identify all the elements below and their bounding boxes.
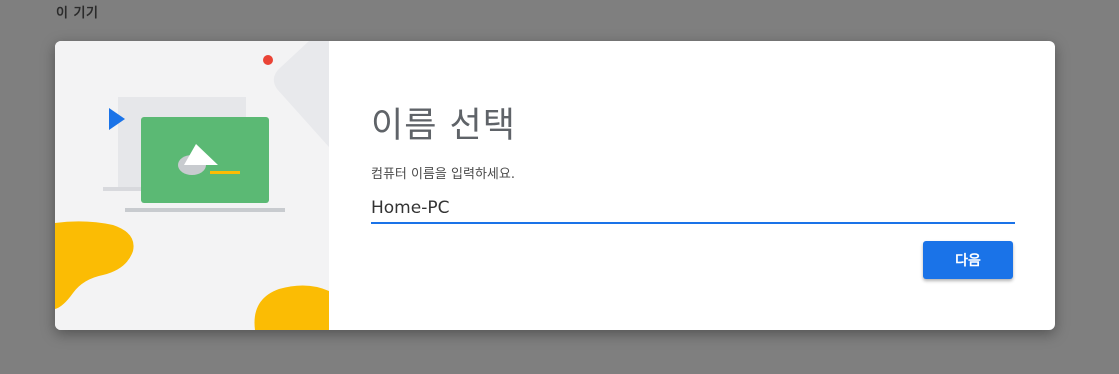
dialog-subtitle: 컴퓨터 이름을 입력하세요.	[371, 167, 515, 182]
next-button[interactable]: 다음	[923, 241, 1013, 279]
page-label: 이 기기	[56, 6, 99, 21]
illustration-panel	[55, 41, 329, 330]
computer-name-field	[371, 196, 1015, 224]
choose-name-dialog: 이름 선택 컴퓨터 이름을 입력하세요. 다음	[55, 41, 1055, 330]
dialog-title: 이름 선택	[371, 106, 516, 146]
laptop-illustration	[55, 41, 329, 330]
computer-name-input[interactable]	[371, 196, 1015, 220]
dialog-content: 이름 선택 컴퓨터 이름을 입력하세요. 다음	[371, 41, 1015, 330]
